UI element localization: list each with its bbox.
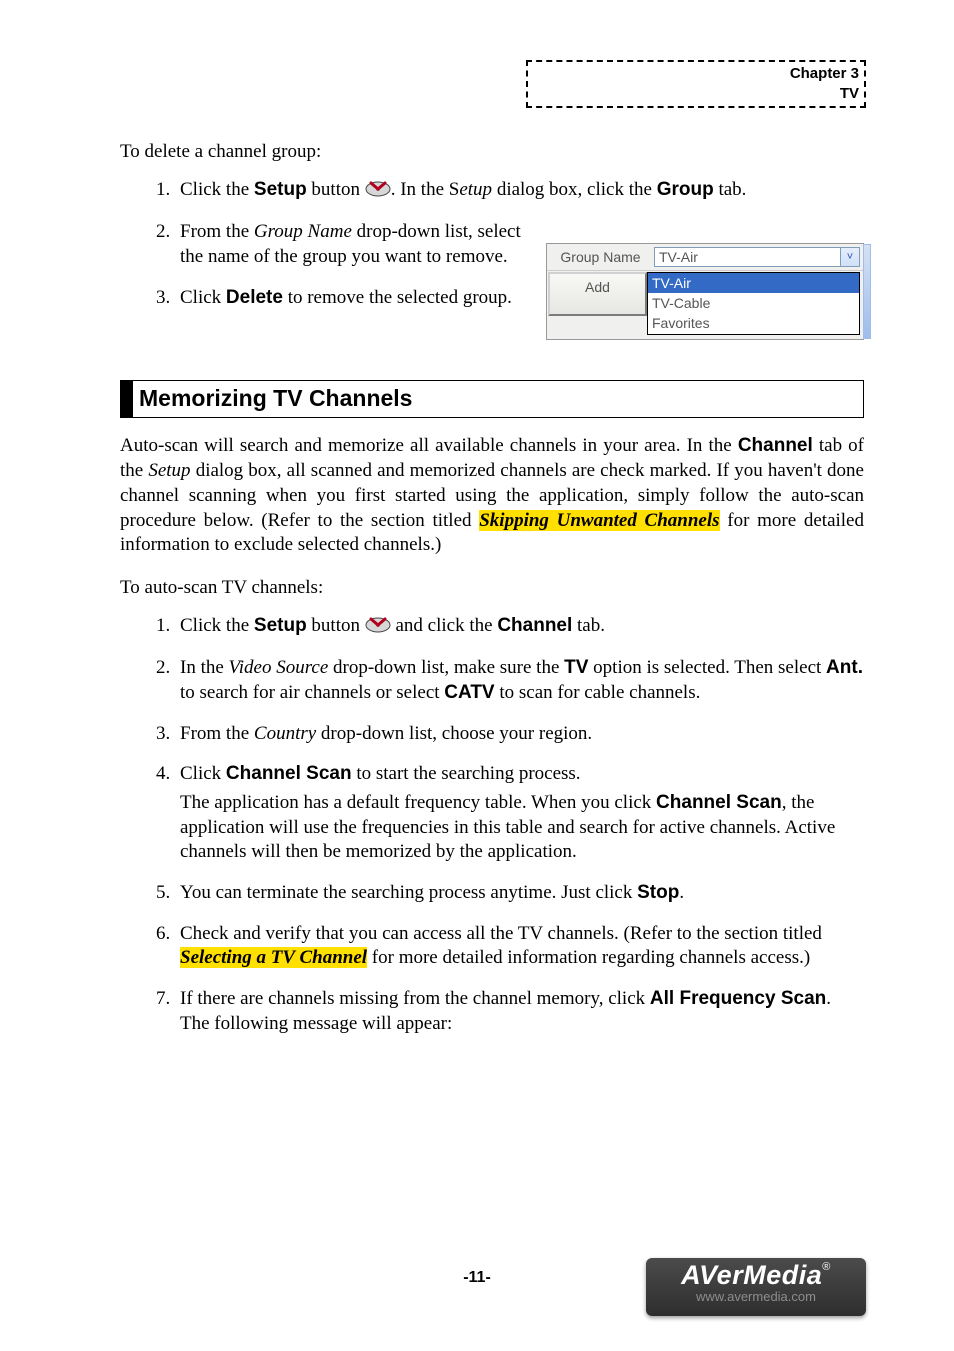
heading-bar: [121, 381, 133, 417]
autoscan-step-2: In the Video Source drop-down list, make…: [175, 656, 864, 705]
section-heading: Memorizing TV Channels: [120, 380, 864, 418]
add-button[interactable]: Add: [548, 272, 647, 316]
scrollbar: [863, 244, 871, 339]
delete-group-intro: To delete a channel group:: [120, 140, 864, 165]
autoscan-step-4: Click Channel Scan to start the searchin…: [175, 762, 864, 865]
autoscan-step-7: If there are channels missing from the c…: [175, 987, 864, 1036]
dropdown-option[interactable]: TV-Cable: [648, 293, 859, 313]
brand-url: www.avermedia.com: [646, 1289, 866, 1306]
autoscan-step-4-note: The application has a default frequency …: [180, 791, 864, 865]
dropdown-list[interactable]: TV-Air TV-Cable Favorites: [647, 272, 860, 335]
autoscan-step-6: Check and verify that you can access all…: [175, 922, 864, 971]
memorize-paragraph: Auto-scan will search and memorize all a…: [120, 434, 864, 557]
chapter-label: Chapter 3: [533, 64, 859, 84]
chevron-down-icon: ˅: [840, 248, 859, 266]
autoscan-step-5: You can terminate the searching process …: [175, 881, 864, 906]
group-name-screenshot: Group Name TV-Air ˅ Add TV-Air TV-Cable …: [546, 243, 864, 340]
group-name-dropdown[interactable]: TV-Air ˅: [654, 247, 860, 267]
chapter-header-box: Chapter 3 TV: [526, 60, 866, 108]
autoscan-step-1: Click the Setup button and click the Cha…: [175, 613, 864, 641]
setup-icon: [365, 613, 391, 641]
chapter-subject: TV: [533, 84, 859, 104]
setup-icon: [365, 177, 391, 205]
dropdown-option[interactable]: TV-Air: [648, 273, 859, 293]
dropdown-option[interactable]: Favorites: [648, 313, 859, 333]
auto-scan-howto: To auto-scan TV channels:: [120, 576, 864, 601]
brand-name: AVerMedia®: [646, 1262, 866, 1289]
brand-logo: AVerMedia® www.avermedia.com: [646, 1258, 866, 1316]
delete-step-1: Click the Setup button . In the Setup di…: [175, 177, 864, 205]
dropdown-selected-value: TV-Air: [655, 248, 840, 266]
autoscan-step-3: From the Country drop-down list, choose …: [175, 722, 864, 747]
group-name-label: Group Name: [547, 244, 654, 270]
section-title: Memorizing TV Channels: [133, 381, 412, 417]
